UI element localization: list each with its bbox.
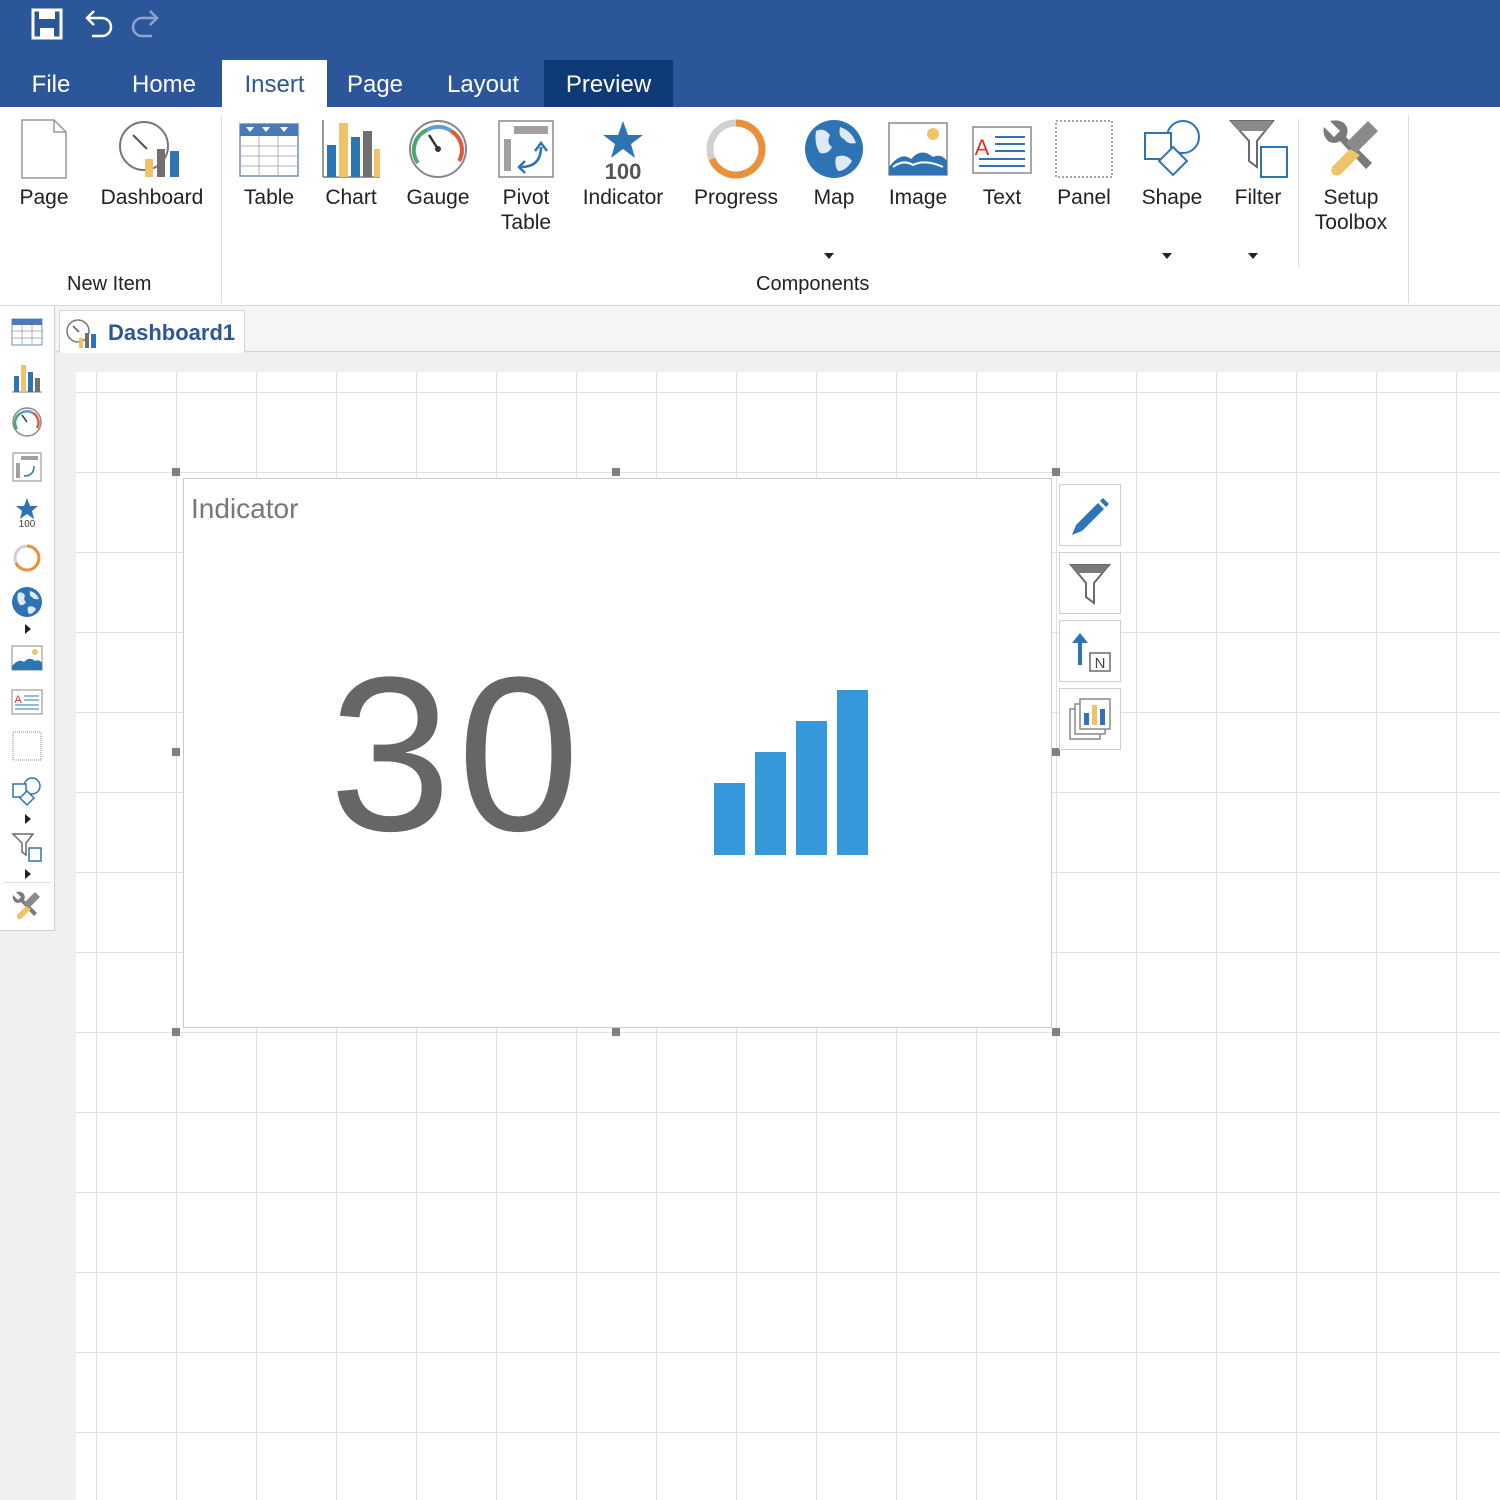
map-button[interactable]: Map [800, 117, 868, 210]
filter-dropdown-arrow[interactable] [1248, 253, 1258, 259]
signal-bars-icon [714, 690, 868, 855]
setup-toolbox-button[interactable]: Setup Toolbox [1304, 117, 1398, 235]
indicator-title: Indicator [191, 493, 299, 524]
tab-preview[interactable]: Preview [544, 60, 673, 108]
resize-handle-bottom[interactable] [612, 1028, 620, 1036]
resize-handle-bottom-left[interactable] [172, 1028, 180, 1036]
progress-icon [706, 119, 766, 179]
title-bar [0, 0, 1500, 60]
change-type-icon [1069, 698, 1111, 740]
resize-handle-top-left[interactable] [172, 468, 180, 476]
setup-toolbox-icon [1323, 120, 1378, 176]
text-icon[interactable]: A [11, 686, 43, 718]
pivot-table-icon [498, 120, 554, 178]
edit-pencil-icon [1072, 498, 1109, 535]
pivot-table-button[interactable]: Pivot Table [488, 117, 564, 235]
shape-icon[interactable] [11, 776, 43, 808]
toolbox-separator [4, 882, 50, 883]
filter-toolbox-arrow[interactable] [25, 869, 31, 879]
text-icon: A [972, 126, 1032, 174]
pivot-table-icon[interactable] [11, 451, 43, 483]
text-icon-letter: A [975, 135, 990, 160]
tab-home[interactable]: Home [112, 60, 216, 108]
tab-file[interactable]: File [10, 60, 92, 108]
filter-icon[interactable] [11, 832, 43, 864]
group-separator [221, 115, 222, 303]
dashboard-icon [66, 319, 96, 348]
indicator-widget[interactable]: Indicator 30 [183, 478, 1052, 1028]
filter-icon [1228, 120, 1288, 178]
image-icon [888, 122, 948, 176]
document-tab-label: Dashboard1 [108, 320, 236, 345]
panel-button[interactable]: Panel [1048, 117, 1120, 210]
redo-icon[interactable] [128, 6, 164, 42]
text-button[interactable]: A Text [968, 117, 1036, 210]
dashboard-button[interactable]: Dashboard [92, 117, 212, 210]
dashboard-icon [119, 121, 179, 177]
indicator-icon-text: 100 [605, 159, 642, 181]
progress-icon[interactable] [11, 542, 43, 574]
shape-toolbox-arrow[interactable] [25, 814, 31, 824]
document-tab-dashboard1[interactable]: Dashboard1 [59, 310, 245, 353]
gauge-icon[interactable] [11, 406, 43, 438]
chart-button[interactable]: Chart [316, 117, 386, 210]
resize-handle-top[interactable] [612, 468, 620, 476]
table-icon [239, 123, 299, 177]
chart-icon[interactable] [11, 362, 43, 394]
group-label-components: Components [756, 273, 870, 295]
image-icon[interactable] [11, 642, 43, 674]
tab-layout[interactable]: Layout [428, 60, 538, 108]
ribbon-tabs: File Home Insert Page Layout Preview [0, 60, 1500, 108]
map-dropdown-arrow[interactable] [824, 253, 834, 259]
panel-icon[interactable] [11, 730, 43, 762]
indicator-button[interactable]: 100 Indicator [576, 117, 670, 210]
sort-icon: N [1072, 633, 1111, 672]
toolbox-indicator-text: 100 [19, 519, 36, 528]
group-separator [1298, 119, 1299, 267]
resize-handle-bottom-right[interactable] [1052, 1028, 1060, 1036]
sort-widget-button[interactable]: N [1059, 620, 1121, 682]
toolbox-text-letter: A [14, 694, 22, 706]
indicator-value: 30 [329, 631, 586, 877]
map-icon[interactable] [11, 586, 43, 618]
tab-page[interactable]: Page [330, 60, 420, 108]
component-toolbox: 100 A [0, 306, 55, 931]
ribbon: Page Dashboard New Item Table Chart Gaug… [0, 107, 1500, 306]
map-toolbox-arrow[interactable] [25, 624, 31, 634]
shape-dropdown-arrow[interactable] [1162, 253, 1172, 259]
chart-icon [322, 120, 380, 178]
image-button[interactable]: Image [880, 117, 956, 210]
group-separator [1408, 115, 1409, 303]
resize-handle-top-right[interactable] [1052, 468, 1060, 476]
indicator-icon[interactable]: 100 [11, 496, 43, 528]
save-icon[interactable] [29, 6, 65, 42]
map-icon [805, 120, 863, 178]
undo-icon[interactable] [80, 6, 116, 42]
shape-icon [1144, 120, 1200, 177]
setup-toolbox-icon[interactable] [11, 890, 43, 922]
progress-button[interactable]: Progress [684, 117, 788, 210]
panel-icon [1055, 120, 1113, 178]
change-type-button[interactable] [1059, 688, 1121, 750]
filter-button[interactable]: Filter [1222, 117, 1294, 210]
sort-icon-letter: N [1095, 655, 1106, 672]
indicator-icon: 100 [603, 121, 643, 181]
document-tab-strip: Dashboard1 [56, 306, 1500, 353]
tab-insert[interactable]: Insert [222, 60, 327, 108]
group-label-new-item: New Item [67, 273, 152, 295]
filter-widget-button[interactable] [1059, 552, 1121, 614]
page-button[interactable]: Page [8, 117, 80, 210]
gauge-icon [409, 120, 467, 178]
resize-handle-left[interactable] [172, 748, 180, 756]
edit-widget-button[interactable] [1059, 484, 1121, 546]
gauge-button[interactable]: Gauge [398, 117, 478, 210]
page-icon [21, 119, 67, 179]
shape-button[interactable]: Shape [1132, 117, 1212, 210]
table-icon[interactable] [11, 316, 43, 348]
filter-icon [1068, 564, 1112, 605]
table-button[interactable]: Table [232, 117, 306, 210]
